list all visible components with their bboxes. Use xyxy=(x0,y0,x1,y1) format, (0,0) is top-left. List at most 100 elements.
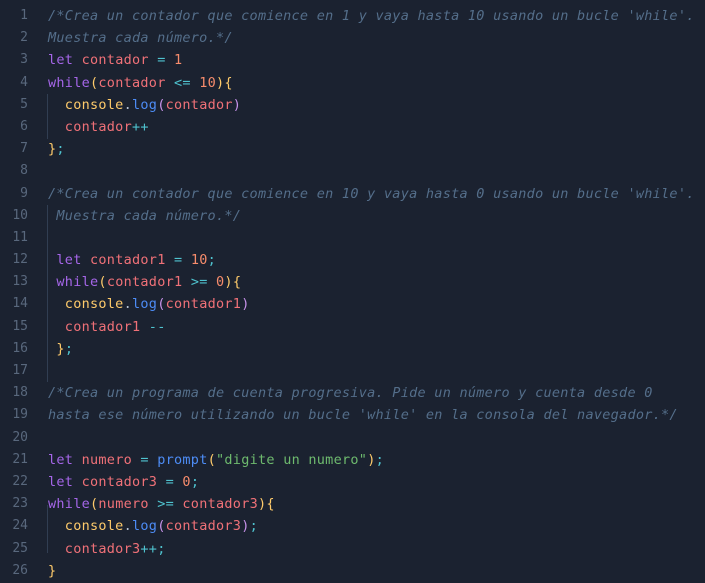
code-line[interactable]: 18 /*Crea un programa de cuenta progresiv… xyxy=(0,382,705,404)
code-line[interactable]: 5 console.log(contador) xyxy=(0,94,705,116)
code-line[interactable]: 6 contador++ xyxy=(0,116,705,138)
token-op: = xyxy=(165,473,175,490)
token-keyword: let xyxy=(48,52,74,69)
line-number: 20 xyxy=(12,429,28,445)
line-content[interactable]: while(numero >= contador3){ xyxy=(48,493,275,515)
token-punct: ; xyxy=(64,340,74,357)
line-content[interactable]: /*Crea un contador que comience en 1 y v… xyxy=(48,5,695,27)
code-line[interactable]: 24 console.log(contador3); xyxy=(0,515,705,537)
indent-guide xyxy=(47,205,48,360)
token-var: contador xyxy=(98,74,166,91)
line-content[interactable]: /*Crea un contador que comience en 10 y … xyxy=(48,183,695,205)
code-line[interactable]: 19 hasta ese número utilizando un bucle '… xyxy=(0,404,705,426)
indent-guide xyxy=(47,505,48,553)
code-line[interactable]: 22 let contador3 = 0; xyxy=(0,471,705,493)
line-content[interactable]: contador3++; xyxy=(48,538,166,560)
code-line[interactable]: 12 let contador1 = 10; xyxy=(0,249,705,271)
line-content[interactable]: Muestra cada número.*/ xyxy=(48,205,241,227)
code-line[interactable]: 16 }; xyxy=(0,338,705,360)
line-content[interactable]: let contador3 = 0; xyxy=(48,471,199,493)
line-content[interactable]: }; xyxy=(48,338,73,360)
code-line[interactable]: 7}; xyxy=(0,138,705,160)
token-op: = xyxy=(140,451,149,468)
token-brkt2: ( xyxy=(157,96,166,113)
code-editor[interactable]: 1 /*Crea un contador que comience en 1 y … xyxy=(0,0,705,583)
code-line[interactable]: 17 xyxy=(0,360,705,382)
line-content[interactable]: hasta ese número utilizando un bucle 'wh… xyxy=(48,404,678,426)
line-content[interactable]: let contador = 1 xyxy=(48,49,182,71)
code-line[interactable]: 20 xyxy=(0,427,705,449)
code-line[interactable]: 8 xyxy=(0,160,705,182)
token-comment: Muestra cada número.*/ xyxy=(48,30,233,47)
line-number: 8 xyxy=(20,163,28,179)
line-content[interactable]: console.log(contador1) xyxy=(48,293,250,315)
code-line[interactable]: 3 let contador = 1 xyxy=(0,49,705,71)
line-content[interactable]: } xyxy=(48,560,56,582)
token-obj: console xyxy=(64,296,124,313)
token-punct: ; xyxy=(190,473,200,490)
line-number: 25 xyxy=(12,540,28,556)
line-content[interactable]: let numero = prompt("digite un numero"); xyxy=(48,449,384,471)
code-line[interactable]: 13 while(contador1 >= 0){ xyxy=(0,271,705,293)
token-brkt1: } xyxy=(56,340,65,357)
code-line[interactable]: 1 /*Crea un contador que comience en 1 y … xyxy=(0,5,705,27)
token-punct: ; xyxy=(207,252,217,269)
token-brkt2: ) xyxy=(241,296,250,313)
code-line[interactable]: 9 /*Crea un contador que comience en 10 y… xyxy=(0,183,705,205)
token-keyword: let xyxy=(48,451,74,468)
line-number: 22 xyxy=(12,473,28,489)
code-line[interactable]: 2 Muestra cada número.*/ xyxy=(0,27,705,49)
token-op: >= xyxy=(190,274,208,291)
code-line[interactable]: 15 contador1 -- xyxy=(0,316,705,338)
line-content[interactable]: while(contador1 >= 0){ xyxy=(48,271,241,293)
token-brkt1: { xyxy=(266,496,275,513)
token-fn: log xyxy=(132,296,158,313)
token-num: 1 xyxy=(174,52,183,69)
code-line[interactable]: 11 xyxy=(0,227,705,249)
token-comment: Muestra cada número.*/ xyxy=(48,207,242,224)
code-line[interactable]: 23 while(numero >= contador3){ xyxy=(0,493,705,515)
token-var: contador3 xyxy=(64,540,141,557)
token-num: 0 xyxy=(182,473,191,490)
code-line[interactable]: 4 while(contador <= 10){ xyxy=(0,72,705,94)
token-brkt1: ) xyxy=(367,451,376,468)
line-content[interactable]: contador++ xyxy=(48,116,149,138)
token-var: contador1 xyxy=(165,296,242,313)
code-line[interactable]: 14 console.log(contador1) xyxy=(0,293,705,315)
token-var: numero xyxy=(81,451,132,468)
token-comment: /*Crea un contador que comience en 1 y v… xyxy=(48,8,695,24)
line-content[interactable]: /*Crea un programa de cuenta progresiva.… xyxy=(48,382,653,404)
token-comment: /*Crea un contador que comience en 10 y … xyxy=(48,185,695,202)
line-number: 6 xyxy=(20,118,28,134)
token-brkt2: ( xyxy=(157,296,166,313)
line-number: 1 xyxy=(20,8,28,23)
line-content[interactable]: let contador1 = 10; xyxy=(48,249,216,271)
line-number: 10 xyxy=(12,207,28,223)
line-number: 26 xyxy=(12,562,28,578)
line-number: 18 xyxy=(12,385,28,401)
line-content[interactable]: contador1 -- xyxy=(48,316,166,338)
code-line[interactable]: 10 Muestra cada número.*/ xyxy=(0,205,705,227)
line-content[interactable]: console.log(contador) xyxy=(48,94,241,116)
line-content[interactable]: console.log(contador3); xyxy=(48,515,258,537)
line-number: 5 xyxy=(20,96,28,112)
line-content[interactable]: while(contador <= 10){ xyxy=(48,72,233,94)
code-line[interactable]: 21 let numero = prompt("digite un numero"… xyxy=(0,449,705,471)
line-content[interactable]: Muestra cada número.*/ xyxy=(48,27,233,49)
token-keyword: let xyxy=(56,252,82,269)
code-line[interactable]: 26} xyxy=(0,560,705,582)
code-lines-container[interactable]: 1 /*Crea un contador que comience en 1 y … xyxy=(0,0,705,583)
code-line[interactable]: 25 contador3++; xyxy=(0,538,705,560)
token-comment: /*Crea un programa de cuenta progresiva.… xyxy=(48,385,653,402)
line-content[interactable]: }; xyxy=(48,138,65,160)
